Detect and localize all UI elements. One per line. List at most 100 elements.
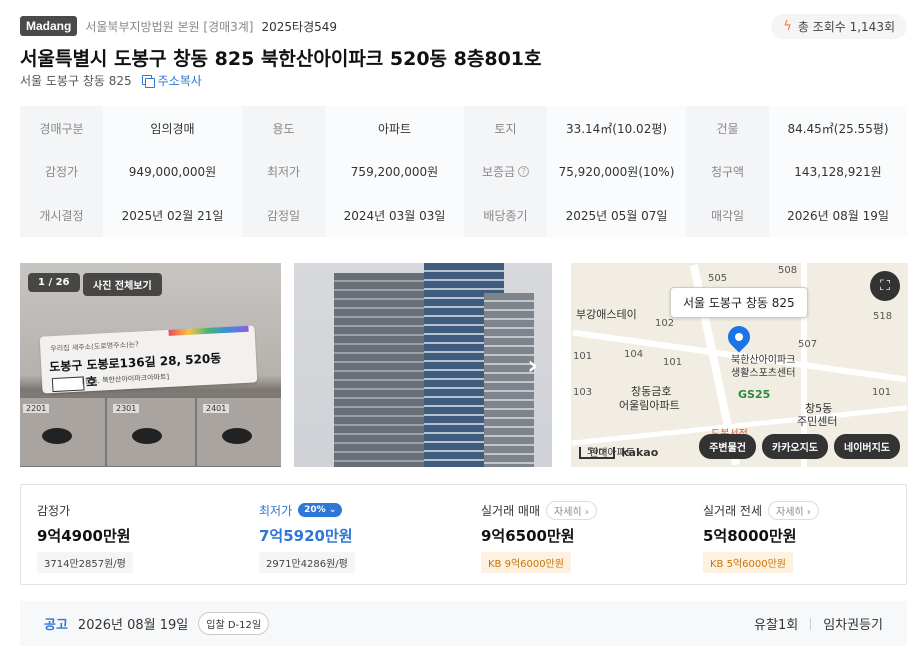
double-chevron-down-icon: ⌄ (328, 505, 337, 515)
label-blank-box (51, 375, 85, 392)
price-value: 9억6500만원 (481, 527, 575, 545)
kb-price: KB 9억6000만원 (481, 552, 572, 573)
next-photo-arrow-icon[interactable]: › (527, 351, 538, 381)
info-label: 배당종기 (464, 193, 547, 237)
mailbox: 2401 (196, 397, 281, 467)
bolt-icon: ϟ (783, 18, 792, 34)
price-value: 9억4900만원 (37, 527, 131, 545)
price-real-trade: 실거래 매매 자세히 › 9억6500만원 KB 9억6000만원 (465, 485, 687, 584)
info-value: 143,128,921원 (769, 150, 907, 193)
info-label: 최저가 (242, 150, 325, 193)
naver-map-button[interactable]: 네이버지도 (834, 434, 900, 459)
nearby-items-button[interactable]: 주변물건 (699, 434, 756, 459)
detail-label: 자세히 (776, 506, 804, 518)
notice-label: 공고 (44, 618, 68, 633)
map-place: 어울림아파트 (619, 399, 680, 412)
detail-label: 자세히 (554, 506, 582, 518)
info-label: 매각일 (686, 193, 769, 237)
price-label-text: 감정가 (37, 503, 71, 518)
price-label-text: 실거래 전세 (703, 503, 763, 518)
case-number: 2025타경549 (261, 19, 338, 34)
scale-value: 50m (579, 446, 616, 459)
price-per-pyeong: 2971만4286원/평 (259, 552, 355, 573)
info-value: 임의경매 (103, 106, 242, 150)
fullscreen-icon[interactable]: ⛶ (870, 271, 900, 301)
photo-counter: 1 / 26 (28, 273, 80, 292)
map-number: 102 (655, 318, 675, 329)
mailbox-slot (42, 428, 72, 444)
price-label-text: 최저가 (259, 503, 293, 518)
chevron-right-icon: › (584, 506, 589, 518)
madang-logo[interactable]: Madang (20, 16, 78, 36)
map-buttons: 주변물건 카카오지도 네이버지도 (699, 434, 900, 459)
address-label-photo: 우리집 새주소(도로명주소)는? 도봉구 도봉로136길 28, 520동호 [… (39, 325, 258, 394)
failed-bid-count: 유찰1회 (754, 618, 799, 633)
view-count-badge: ϟ 총 조회수 1,143회 (771, 13, 907, 39)
map-number: 518 (873, 311, 893, 322)
help-icon[interactable]: ? (518, 166, 530, 177)
kb-price: KB 5억6000만원 (703, 552, 794, 573)
info-value: 2025년 05월 07일 (547, 193, 686, 237)
mailbox-number: 2401 (203, 404, 230, 413)
location-pin-icon (723, 321, 755, 353)
price-summary: 감정가 9억4900만원 3714만2857원/평 최저가 20% ⌄ 7억592… (20, 484, 907, 585)
detail-button[interactable]: 자세히 › (768, 500, 819, 520)
info-value: 아파트 (325, 106, 464, 150)
detail-button[interactable]: 자세히 › (546, 500, 597, 520)
label-line-1: 우리집 새주소(도로명주소)는? (50, 340, 140, 354)
mailbox-number: 2301 (113, 404, 140, 413)
divider (810, 617, 812, 630)
location-map[interactable]: 505 508 518 102 104 101 507 101 103 101 … (571, 263, 908, 467)
discount-value: 20% (304, 505, 326, 515)
photo-building[interactable]: › (294, 263, 552, 467)
map-number: 101 (872, 387, 892, 398)
info-value: 2025년 02월 21일 (103, 193, 242, 237)
header-bar: Madang 서울북부지방법원 본원 [경매3계] 2025타경549 ϟ 총 … (20, 13, 907, 39)
deposit-label-text: 보증금 (481, 165, 516, 179)
info-label: 용도 (242, 106, 325, 150)
price-label: 감정가 (37, 501, 243, 519)
price-jeonse: 실거래 전세 자세히 › 5억8000만원 KB 5억6000만원 (687, 485, 908, 584)
mailbox: 2301 (106, 397, 196, 467)
info-value: 33.14㎡(10.02평) (547, 106, 686, 150)
notice-status: 유찰1회 임차권등기 (754, 614, 883, 633)
notice-date: 2026년 08월 19일 (77, 618, 189, 633)
info-label: 개시결정 (20, 193, 103, 237)
info-label: 감정일 (242, 193, 325, 237)
price-value: 7억5920만원 (259, 527, 353, 545)
photo-mailbox[interactable]: 우리집 새주소(도로명주소)는? 도봉구 도봉로136길 28, 520동호 [… (20, 263, 281, 467)
court-name: 서울북부지방법원 본원 [경매3계] (85, 19, 254, 34)
bid-dday-chip: 입찰 D-12일 (198, 612, 270, 635)
info-value: 2024년 03월 03일 (325, 193, 464, 237)
page-title: 서울특별시 도봉구 창동 825 북한산아이파크 520동 8층801호 (20, 48, 542, 70)
map-address-tooltip: 서울 도봉구 창동 825 (670, 287, 808, 318)
price-label: 최저가 20% ⌄ (259, 501, 465, 519)
info-label: 청구액 (686, 150, 769, 193)
copy-address-button[interactable]: 주소복사 (141, 72, 202, 89)
info-value: 949,000,000원 (103, 150, 242, 193)
label-line-2-text: 도봉구 도봉로136길 28, 520동 (48, 351, 222, 375)
price-value: 5억8000만원 (703, 527, 797, 545)
address-text: 서울 도봉구 창동 825 (20, 74, 132, 88)
map-place: 부강애스테이 (576, 308, 637, 321)
info-value: 759,200,000원 (325, 150, 464, 193)
deposit-label: 보증금? (464, 150, 547, 193)
view-count-label: 총 조회수 1,143회 (797, 19, 895, 34)
price-label: 실거래 전세 자세히 › (703, 500, 908, 520)
copy-icon (141, 74, 155, 88)
notice-bar: 공고 2026년 08월 19일 입찰 D-12일 유찰1회 임차권등기 (20, 601, 907, 646)
map-number: 505 (708, 273, 728, 284)
map-place: 생활스포츠센터 (731, 368, 796, 379)
kakao-brand: kakao (621, 446, 659, 459)
price-label-text: 실거래 매매 (481, 503, 541, 518)
map-number: 101 (663, 357, 683, 368)
kakao-map-button[interactable]: 카카오지도 (762, 434, 828, 459)
chevron-right-icon: › (806, 506, 811, 518)
label-line-2: 도봉구 도봉로136길 28, 520동호 (49, 347, 257, 392)
map-place: GS25 (738, 388, 771, 401)
price-appraisal: 감정가 9억4900만원 3714만2857원/평 (21, 485, 243, 584)
mailbox-number: 2201 (23, 404, 50, 413)
mailbox-slot (132, 428, 162, 444)
view-all-photos-button[interactable]: 사진 전체보기 (83, 273, 162, 296)
map-number: 101 (573, 351, 593, 362)
